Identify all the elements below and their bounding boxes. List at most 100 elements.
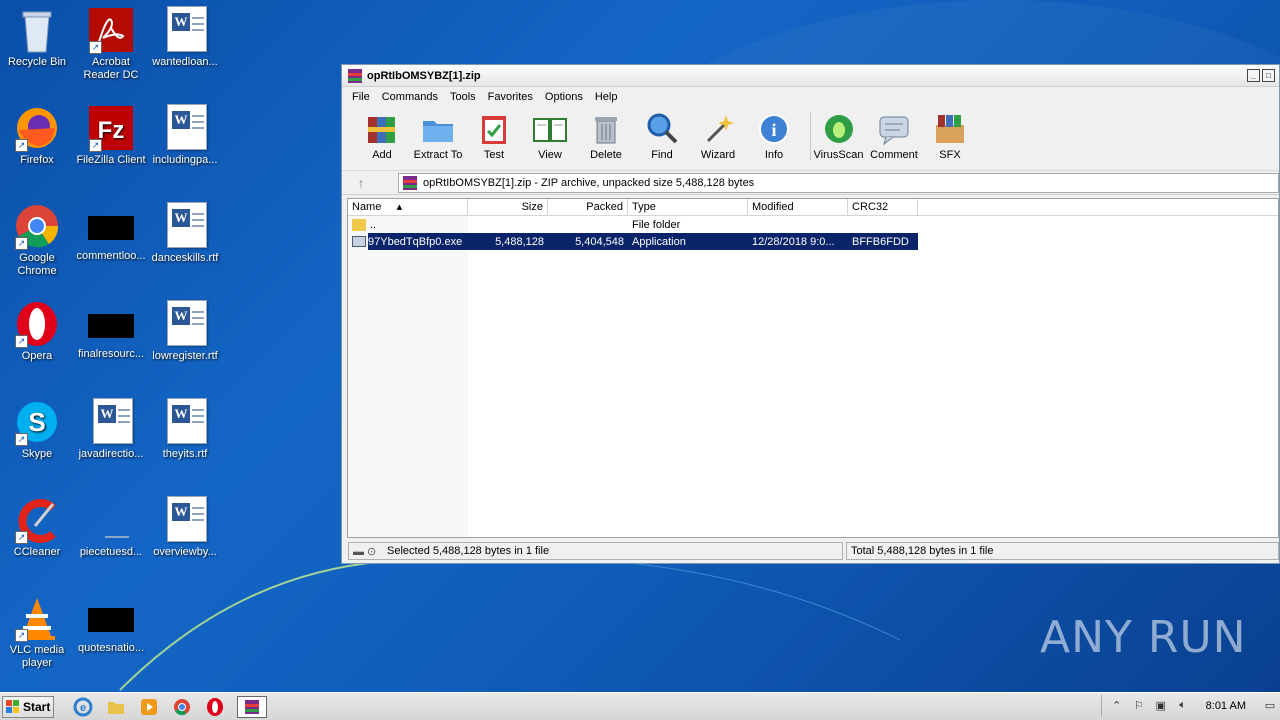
test-button[interactable]: Test [466,111,522,161]
desktop-icon-lowregister[interactable]: W lowregister.rtf [148,300,222,363]
desktop-icon-javadirectio[interactable]: W javadirectio... [74,398,148,461]
view-button[interactable]: View [522,111,578,161]
comment-button[interactable]: Comment [866,111,922,161]
desktop-icon-label: FileZilla Client [76,154,146,166]
delete-button[interactable]: Delete [578,111,634,161]
table-row[interactable]: .. File folder [348,216,1278,233]
desktop-icon-label: quotesnatio... [77,642,145,654]
svg-text:e: e [80,702,86,714]
sfx-button[interactable]: SFX [922,111,978,161]
acrobat-icon: ↗ [87,6,135,54]
flag-icon[interactable]: ⚐ [1131,699,1147,713]
menu-tools[interactable]: Tools [444,91,482,103]
skype-icon: S ↗ [13,398,61,446]
chrome-taskbar-icon[interactable] [171,696,195,718]
chrome-icon: ↗ [13,202,61,250]
col-size[interactable]: Size [468,199,548,215]
magnifier-icon [644,111,680,147]
menu-favorites[interactable]: Favorites [482,91,539,103]
col-crc32[interactable]: CRC32 [848,199,918,215]
maximize-button[interactable]: □ [1262,69,1275,82]
trash-icon [588,111,624,147]
svg-text:i: i [771,120,776,140]
menu-help[interactable]: Help [589,91,624,103]
minimize-button[interactable]: _ [1247,69,1260,82]
desktop-icon-finalresourc[interactable]: finalresourc... [74,300,148,361]
desktop-icon-chrome[interactable]: ↗ Google Chrome [0,202,74,278]
show-hidden-icons-icon[interactable]: ⌃ [1109,699,1125,713]
filezilla-icon: Fz ↗ [87,104,135,152]
info-button[interactable]: i Info [746,111,802,161]
desktop-icon-label: danceskills.rtf [151,252,219,264]
desktop-icon-skype[interactable]: S ↗ Skype [0,398,74,461]
col-modified[interactable]: Modified [748,199,848,215]
show-desktop-icon[interactable]: ▭ [1263,699,1277,713]
ie-taskbar-icon[interactable]: e [72,696,96,718]
find-button[interactable]: Find [634,111,690,161]
path-field[interactable]: opRtIbOMSYBZ[1].zip - ZIP archive, unpac… [398,172,1279,193]
desktop-icon-vlc[interactable]: ↗ VLC media player [0,594,74,670]
menu-file[interactable]: File [346,91,376,103]
volume-icon[interactable]: 🔈︎ [1175,699,1191,713]
winrar-taskbar-icon[interactable] [237,695,267,718]
col-name[interactable]: Name ▴ [348,199,468,215]
desktop-icon-label: VLC media player [9,644,65,669]
up-arrow-icon[interactable]: ↑ [348,173,374,193]
row-modified: 12/28/2018 9:0... [752,235,835,248]
menu-options[interactable]: Options [539,91,589,103]
row-type: File folder [632,218,681,231]
book-icon [532,111,568,147]
window-titlebar[interactable]: opRtIbOMSYBZ[1].zip _ □ [342,65,1279,87]
add-button[interactable]: Add [354,111,410,161]
drive-icon: ▬ ⊙ [353,545,377,558]
virusscan-label: VirusScan [813,149,864,161]
row-type: Application [632,235,686,248]
word-doc-icon: W [161,398,209,446]
virusscan-button[interactable]: VirusScan [810,111,866,161]
word-doc-icon: W [161,202,209,250]
desktop-icon-includingpa[interactable]: W includingpa... [148,104,222,167]
status-selected: ▬ ⊙ Selected 5,488,128 bytes in 1 file [348,542,843,560]
menu-commands[interactable]: Commands [376,91,444,103]
desktop-icon-label: CCleaner [13,546,61,558]
desktop-icon-filezilla[interactable]: Fz ↗ FileZilla Client [74,104,148,167]
shortcut-arrow-icon: ↗ [15,139,28,152]
col-packed[interactable]: Packed [548,199,628,215]
word-doc-icon: W [161,300,209,348]
desktop-icon-ccleaner[interactable]: ↗ CCleaner [0,496,74,559]
desktop-icon-commentloo[interactable]: commentloo... [74,202,148,263]
column-header: Name ▴ Size Packed Type Modified CRC32 [348,199,1278,216]
desktop-icon-opera[interactable]: ↗ Opera [0,300,74,363]
table-row-selected[interactable]: 97YbedTqBfp0.exe 5,488,128 5,404,548 App… [348,233,1278,250]
desktop-icon-label: javadirectio... [78,448,144,460]
media-player-taskbar-icon[interactable] [138,696,162,718]
shortcut-arrow-icon: ↗ [15,531,28,544]
network-icon[interactable]: ▣ [1153,699,1169,713]
shortcut-arrow-icon: ↗ [15,629,28,642]
explorer-taskbar-icon[interactable] [105,696,129,718]
desktop-icon-firefox[interactable]: ↗ Firefox [0,104,74,167]
desktop-icon-theyits[interactable]: W theyits.rtf [148,398,222,461]
wizard-button[interactable]: Wizard [690,111,746,161]
wizard-label: Wizard [700,149,736,161]
desktop-icon-piecetuesd[interactable]: piecetuesd... [74,496,148,559]
sfx-label: SFX [939,149,961,161]
desktop-icon-label: wantedloan... [152,56,218,68]
col-type[interactable]: Type [628,199,748,215]
extract-to-button[interactable]: Extract To [410,111,466,161]
archive-icon [403,175,417,190]
desktop-icon-label: overviewby... [153,546,217,558]
row-crc: BFFB6FDD [852,235,909,248]
desktop-icon-label: finalresourc... [77,348,145,360]
clock[interactable]: 8:01 AM [1206,700,1246,712]
opera-taskbar-icon[interactable] [204,696,228,718]
shortcut-arrow-icon: ↗ [15,433,28,446]
start-button[interactable]: Start [2,695,54,718]
desktop-icon-wantedloan[interactable]: W wantedloan... [148,6,222,69]
desktop-icon-recycle-bin[interactable]: Recycle Bin [0,6,74,69]
desktop-icon-danceskills[interactable]: W danceskills.rtf [148,202,222,265]
desktop-icon-quotesnatio[interactable]: quotesnatio... [74,594,148,655]
desktop-icon-acrobat[interactable]: ↗ Acrobat Reader DC [74,6,148,82]
comment-icon [876,111,912,147]
desktop-icon-overviewby[interactable]: W overviewby... [148,496,222,559]
